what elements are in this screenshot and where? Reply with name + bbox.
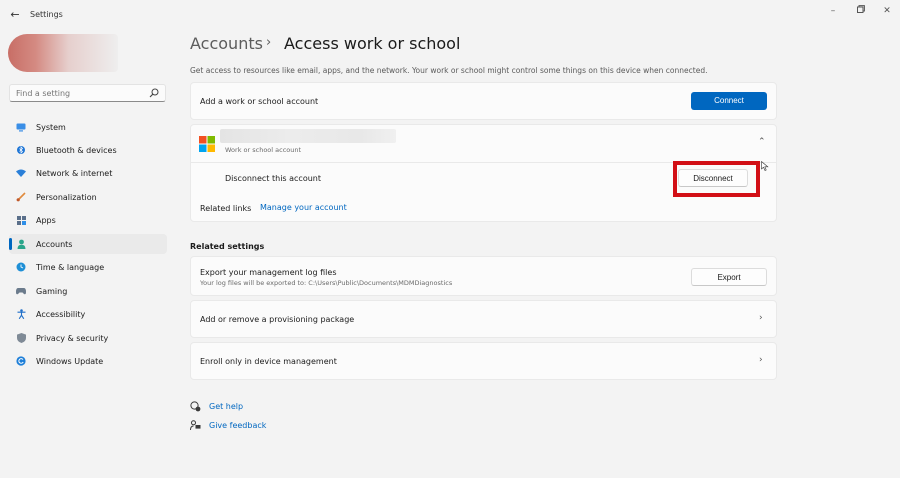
add-account-label: Add a work or school account: [200, 97, 319, 106]
sidebar-item-system[interactable]: System: [9, 117, 167, 137]
shield-icon: [16, 333, 26, 343]
related-links-label: Related links: [200, 204, 252, 213]
export-logs-label: Export your management log files: [200, 268, 337, 277]
apps-icon: [16, 215, 26, 225]
mouse-cursor-icon: [761, 160, 769, 171]
title-bar: [0, 0, 900, 30]
sidebar-item-label: Accessibility: [36, 309, 86, 319]
restore-icon[interactable]: [854, 4, 868, 18]
gamepad-icon: [16, 286, 26, 296]
minimize-icon[interactable]: –: [826, 4, 840, 18]
give-feedback-link[interactable]: Give feedback: [209, 421, 266, 430]
brush-icon: [16, 192, 26, 202]
sidebar-item-bluetooth[interactable]: Bluetooth & devices: [9, 140, 167, 160]
manage-account-link[interactable]: Manage your account: [260, 203, 347, 212]
sidebar-item-label: Personalization: [36, 192, 97, 202]
sidebar-item-privacy[interactable]: Privacy & security: [9, 328, 167, 348]
related-settings-heading: Related settings: [190, 242, 265, 251]
wifi-icon: [16, 168, 26, 178]
highlight-annotation-box: [673, 161, 760, 197]
get-help-link[interactable]: Get help: [209, 402, 243, 411]
chevron-right-icon: ›: [759, 355, 763, 365]
window-title: Settings: [30, 10, 63, 19]
account-type-label: Work or school account: [225, 146, 302, 154]
sidebar-item-windows-update[interactable]: Windows Update: [9, 351, 167, 371]
sidebar-item-label: Gaming: [36, 286, 68, 296]
sidebar-item-time-language[interactable]: Time & language: [9, 257, 167, 277]
sidebar-item-accounts[interactable]: Accounts: [9, 234, 167, 254]
search-icon[interactable]: [149, 88, 159, 98]
microsoft-logo-icon: [199, 136, 215, 152]
export-button[interactable]: Export: [691, 268, 767, 286]
search-input[interactable]: [10, 85, 140, 101]
page-title: Access work or school: [284, 34, 461, 53]
sidebar-item-label: Windows Update: [36, 356, 104, 366]
redacted-account-name: [220, 129, 396, 143]
disconnect-account-label: Disconnect this account: [225, 174, 321, 183]
system-icon: [16, 122, 26, 132]
sidebar-item-apps[interactable]: Apps: [9, 210, 167, 230]
user-profile-avatar[interactable]: [8, 34, 118, 72]
export-logs-path: Your log files will be exported to: C:\U…: [200, 279, 453, 287]
sidebar-item-personalization[interactable]: Personalization: [9, 187, 167, 207]
accessibility-icon: [16, 309, 26, 319]
provisioning-package-label: Add or remove a provisioning package: [200, 315, 355, 324]
sidebar-item-label: Network & internet: [36, 168, 113, 178]
page-description: Get access to resources like email, apps…: [190, 66, 708, 75]
breadcrumb-separator: ›: [266, 35, 272, 50]
close-icon[interactable]: ✕: [880, 4, 894, 18]
globe-clock-icon: [16, 262, 26, 272]
sidebar-item-label: Accounts: [36, 239, 73, 249]
feedback-icon: [190, 420, 201, 431]
sidebar-item-network[interactable]: Network & internet: [9, 163, 167, 183]
bluetooth-icon: [16, 145, 26, 155]
search-box[interactable]: [9, 84, 166, 102]
chevron-right-icon: ›: [759, 313, 763, 323]
person-icon: [16, 239, 26, 249]
sidebar-item-label: Privacy & security: [36, 333, 109, 343]
enroll-device-management-label: Enroll only in device management: [200, 357, 337, 366]
sidebar-item-accessibility[interactable]: Accessibility: [9, 304, 167, 324]
sidebar-item-label: Bluetooth & devices: [36, 145, 117, 155]
breadcrumb-parent[interactable]: Accounts: [190, 34, 263, 53]
chevron-up-icon[interactable]: ⌃: [758, 137, 766, 147]
back-arrow-icon[interactable]: ←: [8, 8, 22, 22]
active-nav-indicator: [9, 238, 12, 250]
update-icon: [16, 356, 26, 366]
help-icon: [190, 401, 201, 412]
sidebar-item-gaming[interactable]: Gaming: [9, 281, 167, 301]
sidebar-item-label: Time & language: [36, 262, 105, 272]
sidebar-item-label: Apps: [36, 215, 56, 225]
sidebar-item-label: System: [36, 122, 66, 132]
connect-button[interactable]: Connect: [691, 92, 767, 110]
